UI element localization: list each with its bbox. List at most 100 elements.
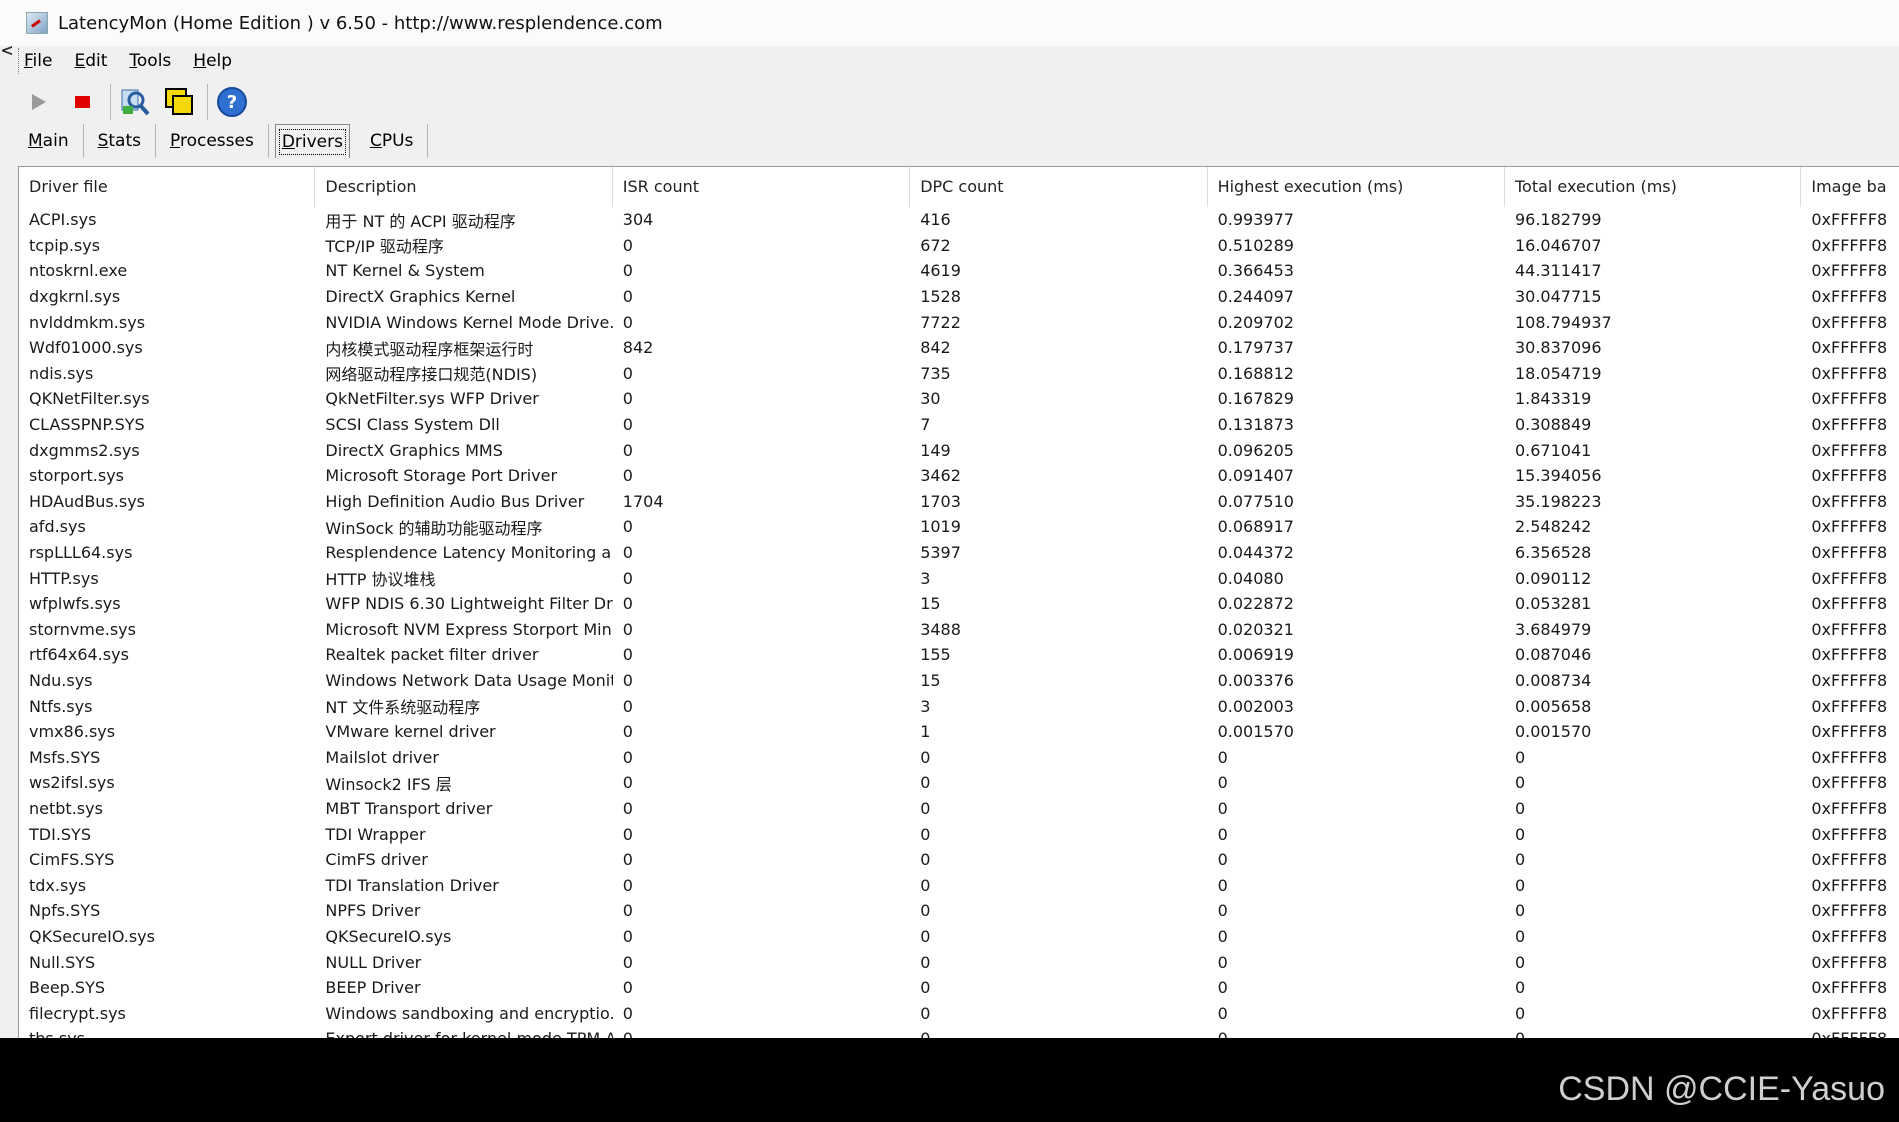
menu-tools[interactable]: Tools: [125, 49, 175, 73]
column-header-isr-count[interactable]: ISR count: [613, 167, 911, 207]
tab-cpus[interactable]: CPUs: [356, 124, 429, 158]
cell-description: NULL Driver: [325, 952, 422, 972]
cell-total-execution: 0: [1514, 747, 1526, 767]
table-row[interactable]: Npfs.SYS NPFS Driver 0 0 0 0 0xFFFFF8: [19, 898, 1899, 924]
table-row[interactable]: dxgmms2.sys DirectX Graphics MMS 0 149 0.096…: [19, 437, 1899, 463]
column-header-dpc-count[interactable]: DPC count: [910, 167, 1208, 207]
table-row[interactable]: TDI.SYS TDI Wrapper 0 0 0 0 0xFFFFF8: [19, 821, 1899, 847]
menu-file[interactable]: File: [20, 49, 56, 73]
cell-isr-count: 842: [622, 338, 654, 358]
table-row[interactable]: QKSecureIO.sys QKSecureIO.sys 0 0 0 0 0xFFFFF8: [19, 924, 1899, 950]
cell-description: DirectX Graphics MMS: [325, 440, 503, 460]
cell-isr-count: 0: [622, 696, 633, 716]
cell-highest-execution: 0: [1217, 1003, 1228, 1023]
cell-driver-file: dxgkrnl.sys: [29, 287, 121, 307]
table-row[interactable]: wfplwfs.sys WFP NDIS 6.30 Lightweight Fil…: [19, 591, 1899, 617]
table-row[interactable]: vmx86.sys VMware kernel driver 0 1 0.001570 0…: [19, 719, 1899, 745]
cell-highest-execution: 0: [1217, 798, 1228, 818]
table-row[interactable]: Null.SYS NULL Driver 0 0 0 0 0xFFFFF8: [19, 949, 1899, 975]
cell-driver-file: tbs.sys: [19, 1029, 315, 1038]
tab-drivers-label: Drivers: [278, 128, 346, 155]
table-row[interactable]: tdx.sys TDI Translation Driver 0 0 0 0 0xFFFFF…: [19, 872, 1899, 898]
cell-total-execution: 18.054719: [1514, 363, 1602, 383]
play-icon: [32, 94, 46, 110]
tab-drivers[interactable]: Drivers: [274, 124, 350, 158]
start-button[interactable]: [20, 84, 56, 120]
table-row[interactable]: CimFS.SYS CimFS driver 0 0 0 0 0xFFFFF8: [19, 847, 1899, 873]
cell-isr-count: 0: [622, 594, 633, 614]
table-row[interactable]: ACPI.sys 用于 NT 的 ACPI 驱动程序 304 416 0.993977 9…: [19, 207, 1899, 233]
svg-text:?: ?: [227, 92, 237, 113]
cell-driver-file: dxgmms2.sys: [29, 440, 140, 460]
tab-stats[interactable]: Stats: [84, 124, 156, 158]
cell-highest-execution: 0.096205: [1217, 440, 1294, 460]
cell-description: NVIDIA Windows Kernel Mode Drive...: [325, 312, 613, 332]
cell-total-execution: 30.837096: [1514, 338, 1602, 358]
table-row[interactable]: ndis.sys 网络驱动程序接口规范(NDIS) 0 735 0.168812 18.0…: [19, 361, 1899, 387]
inspect-button[interactable]: [117, 84, 153, 120]
table-row[interactable]: filecrypt.sys Windows sandboxing and encr…: [19, 1000, 1899, 1026]
cell-total-execution: 0: [1514, 824, 1526, 844]
cell-dpc-count: 1528: [920, 287, 961, 307]
cell-description: DirectX Graphics Kernel: [325, 287, 516, 307]
cell-dpc-count: 155: [920, 645, 951, 665]
table-row[interactable]: HDAudBus.sys High Definition Audio Bus Dr…: [19, 489, 1899, 515]
table-row[interactable]: Ntfs.sys NT 文件系统驱动程序 0 3 0.002003 0.005658 0xF…: [19, 693, 1899, 719]
tab-processes-label: Processes: [170, 131, 254, 151]
table-row[interactable]: stornvme.sys Microsoft NVM Express Storpo…: [19, 617, 1899, 643]
cell-total-execution: 0.090112: [1514, 568, 1592, 588]
cell-highest-execution: 0.044372: [1217, 543, 1294, 563]
cell-image-base: 0xFFFFF8: [1811, 440, 1888, 460]
table-row[interactable]: HTTP.sys HTTP 协议堆栈 0 3 0.04080 0.090112 0xFFFF…: [19, 565, 1899, 591]
column-header-description[interactable]: Description: [315, 167, 613, 207]
help-button[interactable]: ?: [214, 84, 250, 120]
table-row[interactable]: afd.sys WinSock 的辅助功能驱动程序 0 1019 0.068917 2.5…: [19, 514, 1899, 540]
table-row[interactable]: rtf64x64.sys Realtek packet filter driver…: [19, 642, 1899, 668]
cell-description: NT Kernel & System: [325, 261, 485, 281]
table-row[interactable]: Beep.SYS BEEP Driver 0 0 0 0 0xFFFFF8: [19, 975, 1899, 1001]
cell-total-execution: 0.053281: [1514, 594, 1592, 614]
column-header-image-base[interactable]: Image ba: [1801, 167, 1899, 207]
cell-isr-count: 0: [622, 901, 633, 921]
cell-dpc-count: 0: [920, 978, 931, 998]
cell-dpc-count: 0: [920, 798, 931, 818]
cell-total-execution: 35.198223: [1514, 491, 1602, 511]
table-row[interactable]: ws2ifsl.sys Winsock2 IFS 层 0 0 0 0 0xFFFFF8: [19, 770, 1899, 796]
table-row[interactable]: CLASSPNP.SYS SCSI Class System Dll 0 7 0.131…: [19, 412, 1899, 438]
table-row[interactable]: ntoskrnl.exe NT Kernel & System 0 4619 0.366…: [19, 258, 1899, 284]
table-row[interactable]: QKNetFilter.sys QkNetFilter.sys WFP Drive…: [19, 386, 1899, 412]
cell-highest-execution: 0: [1217, 773, 1228, 793]
table-row[interactable]: tcpip.sys TCP/IP 驱动程序 0 672 0.510289 16.04670…: [19, 233, 1899, 259]
column-header-highest-execution[interactable]: Highest execution (ms): [1208, 167, 1505, 207]
cell-driver-file: Ntfs.sys: [29, 696, 93, 716]
table-row[interactable]: rspLLL64.sys Resplendence Latency Monitor…: [19, 540, 1899, 566]
table-row[interactable]: Ndu.sys Windows Network Data Usage Monit.…: [19, 668, 1899, 694]
table-row[interactable]: storport.sys Microsoft Storage Port Drive…: [19, 463, 1899, 489]
cell-driver-file: QKNetFilter.sys: [29, 389, 150, 409]
cell-total-execution: 0: [1514, 850, 1526, 870]
column-header-total-execution[interactable]: Total execution (ms): [1505, 167, 1802, 207]
table-row[interactable]: dxgkrnl.sys DirectX Graphics Kernel 0 1528 0…: [19, 284, 1899, 310]
table-row[interactable]: Wdf01000.sys 内核模式驱动程序框架运行时 842 842 0.179737 3…: [19, 335, 1899, 361]
table-row[interactable]: Msfs.SYS Mailslot driver 0 0 0 0 0xFFFFF8: [19, 744, 1899, 770]
cell-highest-execution: 0.993977: [1217, 210, 1294, 230]
cell-isr-count: 0: [622, 875, 633, 895]
cell-total-execution: 30.047715: [1514, 287, 1602, 307]
cell-isr-count: 0: [622, 850, 633, 870]
table-row[interactable]: tbs.sysExport driver for kernel mode TPM…: [19, 1026, 1899, 1038]
column-header-driver-file[interactable]: Driver file: [19, 167, 316, 207]
tab-main[interactable]: Main: [14, 124, 84, 158]
stop-button[interactable]: [64, 84, 100, 120]
table-row[interactable]: netbt.sys MBT Transport driver 0 0 0 0 0xFFFFF…: [19, 796, 1899, 822]
menu-edit[interactable]: Edit: [70, 49, 111, 73]
tab-processes[interactable]: Processes: [156, 124, 269, 158]
cell-image-base: 0xFFFFF8: [1811, 235, 1888, 255]
table-row[interactable]: nvlddmkm.sys NVIDIA Windows Kernel Mode D…: [19, 309, 1899, 335]
cell-description: 网络驱动程序接口规范(NDIS): [325, 365, 538, 385]
cell-isr-count: 0: [622, 773, 633, 793]
windows-button[interactable]: [161, 84, 197, 120]
menu-help[interactable]: Help: [189, 49, 236, 73]
cell-description: Realtek packet filter driver: [325, 645, 539, 665]
cell-driver-file: netbt.sys: [29, 798, 103, 818]
cell-total-execution: 0.008734: [1514, 670, 1592, 690]
